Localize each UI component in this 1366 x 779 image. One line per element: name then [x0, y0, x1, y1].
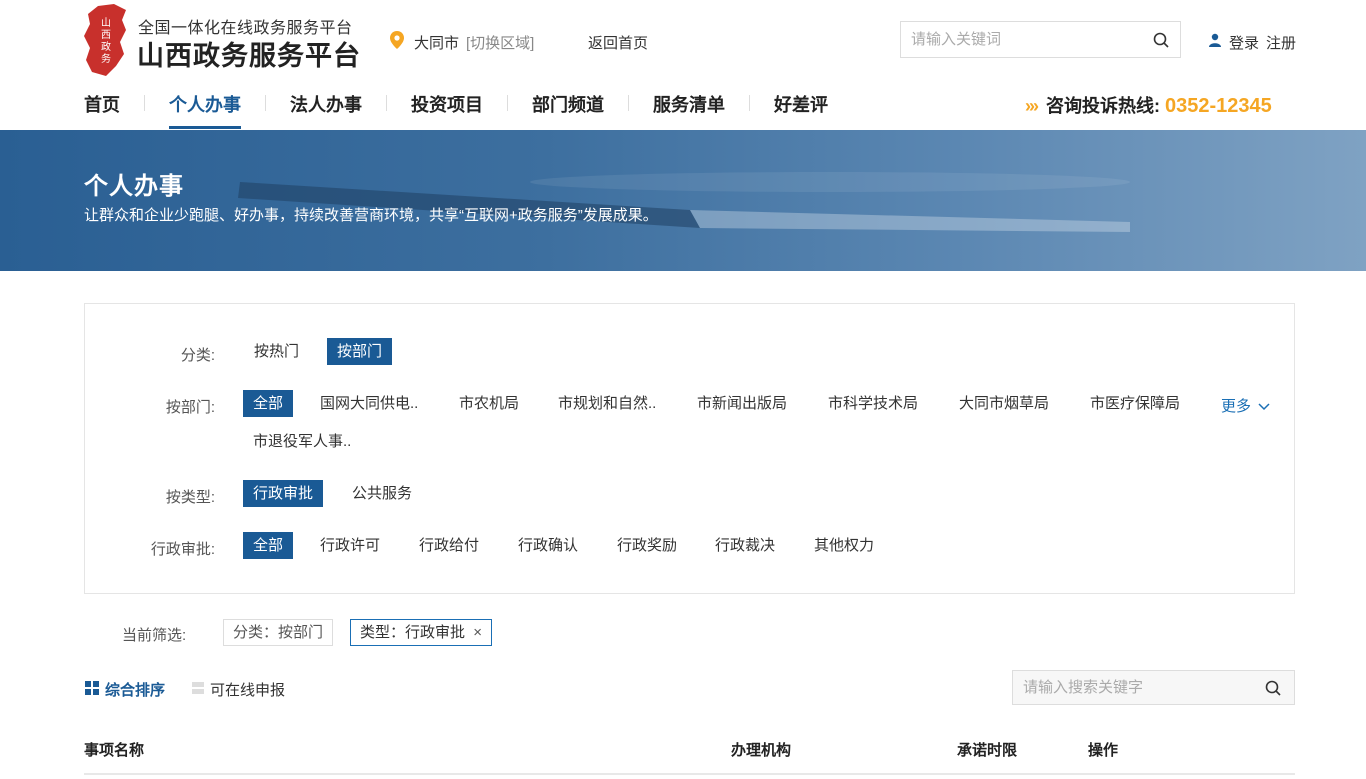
current-filter-label: 当前筛选: — [122, 627, 187, 644]
header-search — [900, 21, 1181, 58]
col-header-action: 操作 — [1088, 742, 1119, 759]
nav-personal[interactable]: 个人办事 — [169, 91, 241, 129]
user-icon — [1208, 33, 1222, 47]
hotline: ››› 咨询投诉热线: 0352-12345 — [1025, 92, 1272, 118]
location-city: 大同市 — [414, 35, 460, 52]
main-nav: 首页 个人办事 法人办事 投资项目 部门频道 服务清单 好差评 — [84, 91, 828, 129]
nav-home[interactable]: 首页 — [84, 91, 120, 129]
nav-divider — [386, 95, 387, 111]
register-link[interactable]: 注册 — [1266, 32, 1296, 53]
nav-divider — [144, 95, 145, 111]
search-icon[interactable] — [1152, 31, 1170, 49]
department-option[interactable]: 市退役军人事.. — [243, 428, 361, 455]
login-link[interactable]: 登录 — [1229, 32, 1259, 53]
category-label: 分类: — [180, 347, 215, 364]
nav-divider — [507, 95, 508, 111]
department-option[interactable]: 全部 — [243, 390, 294, 417]
filter-tag-category: 分类：按部门 — [223, 619, 334, 646]
nav-legal-person[interactable]: 法人办事 — [290, 91, 362, 129]
home-link[interactable]: 返回首页 — [588, 32, 648, 53]
header-search-input[interactable] — [901, 22, 1151, 57]
svg-text:务: 务 — [101, 52, 111, 65]
list-icon — [192, 681, 204, 695]
nav-department[interactable]: 部门频道 — [532, 91, 604, 129]
sort-comprehensive[interactable]: 综合排序 — [105, 679, 165, 700]
switch-region-link[interactable]: [切换区域] — [466, 32, 534, 53]
category-option-dept[interactable]: 按部门 — [327, 338, 393, 365]
col-header-deadline: 承诺时限 — [957, 742, 1018, 759]
department-option[interactable]: 市农机局 — [449, 390, 529, 417]
type-option-public[interactable]: 公共服务 — [342, 480, 422, 507]
nav-review[interactable]: 好差评 — [774, 91, 828, 129]
hotline-label: 咨询投诉热线: — [1046, 96, 1160, 116]
banner — [0, 130, 1366, 271]
admin-option[interactable]: 行政许可 — [310, 532, 390, 559]
more-departments-button[interactable]: 更多 — [1221, 395, 1270, 416]
sort-online[interactable]: 可在线申报 — [210, 679, 285, 700]
table-divider — [84, 773, 1295, 775]
hotline-number: 0352-12345 — [1165, 95, 1272, 117]
admin-option[interactable]: 行政裁决 — [705, 532, 785, 559]
col-header-agency: 办理机构 — [731, 742, 792, 759]
col-header-name: 事项名称 — [84, 742, 145, 759]
nav-divider — [628, 95, 629, 111]
admin-option[interactable]: 行政给付 — [409, 532, 489, 559]
type-option-admin[interactable]: 行政审批 — [243, 480, 324, 507]
department-label: 按部门: — [165, 399, 215, 416]
svg-text:政: 政 — [101, 40, 111, 53]
admin-label: 行政审批: — [150, 541, 215, 558]
filter-tag-type[interactable]: 类型：行政审批 × — [350, 619, 492, 646]
category-option-hot[interactable]: 按热门 — [244, 338, 309, 365]
svg-text:山: 山 — [101, 17, 111, 29]
filter-panel: 分类: 按热门 按部门 按部门: 全部 国网大同供电.. 市农机局 市规划和自然… — [84, 303, 1295, 594]
department-option[interactable]: 国网大同供电.. — [310, 390, 428, 417]
more-label: 更多 — [1221, 398, 1252, 415]
department-option[interactable]: 大同市烟草局 — [949, 390, 1059, 417]
department-option[interactable]: 市医疗保障局 — [1080, 390, 1190, 417]
admin-option[interactable]: 行政奖励 — [607, 532, 687, 559]
admin-option[interactable]: 其他权力 — [804, 532, 884, 559]
department-option[interactable]: 市新闻出版局 — [687, 390, 797, 417]
grid-icon — [85, 681, 99, 695]
banner-title: 个人办事 — [84, 173, 184, 200]
department-option[interactable]: 市规划和自然.. — [548, 390, 666, 417]
department-option[interactable]: 市科学技术局 — [818, 390, 928, 417]
svg-text:西: 西 — [101, 30, 111, 41]
admin-option[interactable]: 全部 — [243, 532, 294, 559]
location-pin-icon — [390, 31, 404, 49]
nav-divider — [265, 95, 266, 111]
nav-investment[interactable]: 投资项目 — [411, 91, 483, 129]
chevron-down-icon — [1258, 403, 1270, 411]
list-search — [1012, 670, 1295, 705]
logo-emblem[interactable]: 山 西 政 务 — [84, 4, 128, 76]
search-icon[interactable] — [1264, 679, 1282, 697]
list-search-input[interactable] — [1013, 671, 1263, 704]
filter-tag-type-label: 类型：行政审批 — [360, 624, 466, 641]
nav-divider — [749, 95, 750, 111]
chevrons-icon: ››› — [1025, 96, 1039, 116]
type-label: 按类型: — [165, 489, 215, 506]
nav-service-list[interactable]: 服务清单 — [653, 91, 725, 129]
close-icon[interactable]: × — [473, 624, 482, 641]
banner-description: 让群众和企业少跑腿、好办事，持续改善营商环境，共享“互联网+政务服务”发展成果。 — [84, 207, 658, 224]
logo-title[interactable]: 山西政务服务平台 — [137, 34, 361, 73]
admin-option[interactable]: 行政确认 — [508, 532, 588, 559]
